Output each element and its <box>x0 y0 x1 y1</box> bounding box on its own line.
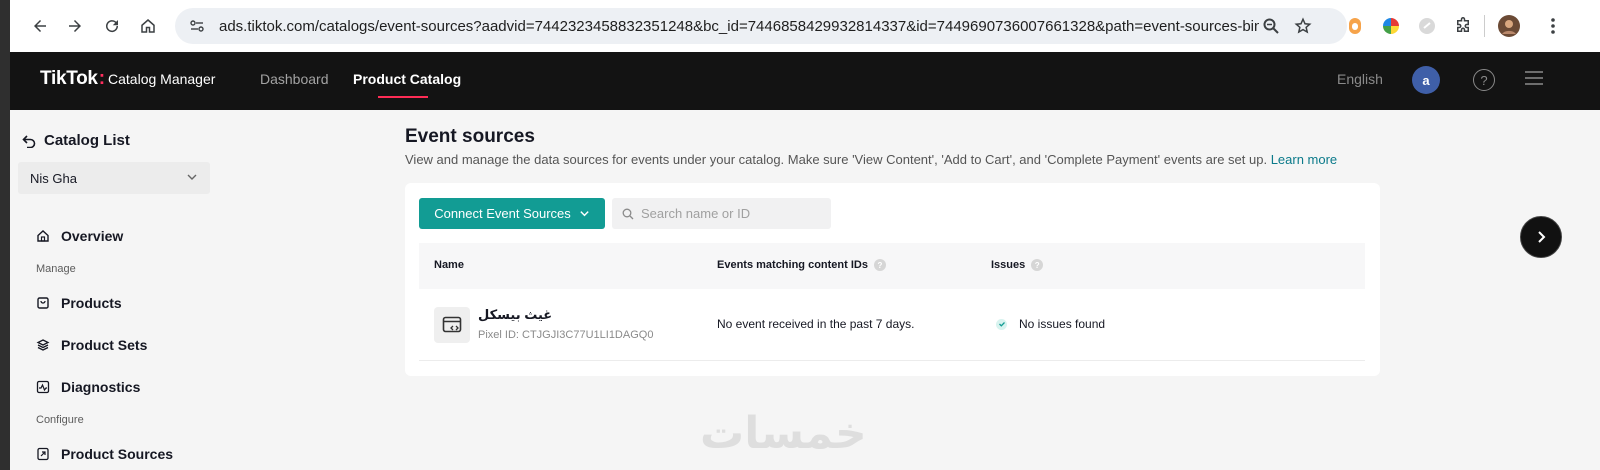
connect-button-label: Connect Event Sources <box>434 206 571 221</box>
page-content: Catalog List Nis Gha Overview Manage Pro… <box>10 110 1600 470</box>
page-title: Event sources <box>405 126 535 147</box>
chevron-down-icon <box>187 174 197 180</box>
column-header-label: Name <box>434 259 464 271</box>
forward-arrow-icon[interactable] <box>57 8 93 44</box>
chevron-right-icon <box>1538 231 1546 243</box>
watermark-logo: خمسات <box>700 409 867 458</box>
page-description: View and manage the data sources for eve… <box>405 152 1337 167</box>
column-header-label: Events matching content IDs <box>717 259 868 271</box>
sidebar-item-label: Diagnostics <box>61 379 141 395</box>
sidebar-item-diagnostics[interactable]: Diagnostics <box>36 379 140 395</box>
pulse-chart-icon <box>36 380 50 394</box>
site-settings-icon[interactable] <box>183 12 211 40</box>
issues-status: No issues found <box>996 317 1105 331</box>
sidebar-item-products[interactable]: Products <box>36 295 122 311</box>
undo-arrow-icon <box>22 134 36 148</box>
event-source-name[interactable]: غيث بيسكل <box>478 307 552 323</box>
hamburger-menu-icon[interactable] <box>1525 71 1543 89</box>
connect-event-sources-button[interactable]: Connect Event Sources <box>419 198 605 229</box>
catalog-dropdown[interactable]: Nis Gha <box>18 162 210 194</box>
brand-name: TikTok <box>40 68 98 89</box>
address-bar[interactable]: ads.tiktok.com/catalogs/event-sources?aa… <box>175 8 1347 44</box>
tiktok-logo[interactable]: TikTok: Catalog Manager <box>40 68 215 90</box>
shopping-bag-icon <box>37 297 49 309</box>
app-header: TikTok: Catalog Manager Dashboard Product… <box>10 52 1600 110</box>
page-description-text: View and manage the data sources for eve… <box>405 152 1268 167</box>
pixel-id: Pixel ID: CTJGJI3C77U1LI1DAGQ0 <box>478 329 654 341</box>
back-to-catalog-list[interactable]: Catalog List <box>22 132 130 149</box>
layers-icon <box>36 339 50 351</box>
extension-color-wheel-icon[interactable] <box>1379 14 1403 38</box>
sidebar-item-label: Products <box>61 295 122 311</box>
browser-toolbar: ads.tiktok.com/catalogs/event-sources?aa… <box>10 0 1600 52</box>
extension-link-icon[interactable] <box>1415 14 1439 38</box>
sidebar-item-product-sets[interactable]: Product Sets <box>36 337 147 353</box>
section-label-manage: Manage <box>36 263 76 275</box>
url-text[interactable]: ads.tiktok.com/catalogs/event-sources?aa… <box>219 18 1259 35</box>
next-slide-button[interactable] <box>1520 216 1562 258</box>
nav-dashboard[interactable]: Dashboard <box>260 71 329 87</box>
column-header-issues: Issues ? <box>991 259 1044 271</box>
browser-menu-icon[interactable] <box>1541 14 1565 38</box>
language-selector[interactable]: English <box>1337 71 1383 87</box>
user-avatar[interactable]: a <box>1412 66 1440 94</box>
learn-more-link[interactable]: Learn more <box>1271 152 1337 167</box>
section-label-configure: Configure <box>36 414 84 426</box>
zoom-icon[interactable] <box>1260 15 1282 37</box>
search-input[interactable] <box>641 206 821 221</box>
brand-colon: : <box>98 68 106 89</box>
file-link-icon <box>37 447 49 461</box>
back-link-label: Catalog List <box>44 132 130 149</box>
pixel-source-icon <box>434 307 470 343</box>
toolbar-divider <box>1484 15 1485 37</box>
info-icon[interactable]: ? <box>873 259 886 271</box>
brand-subtitle: Catalog Manager <box>108 71 216 87</box>
event-sources-card: Connect Event Sources Name Events matchi… <box>405 183 1380 376</box>
column-header-events: Events matching content IDs ? <box>717 259 886 271</box>
catalog-dropdown-value: Nis Gha <box>30 170 77 186</box>
sidebar-item-label: Product Sets <box>61 337 148 353</box>
sidebar-item-label: Overview <box>61 228 124 244</box>
info-icon[interactable]: ? <box>1031 259 1044 271</box>
reload-icon[interactable] <box>94 8 130 44</box>
sidebar-item-product-sources[interactable]: Product Sources <box>36 446 173 462</box>
profile-avatar[interactable] <box>1497 14 1521 38</box>
home-icon[interactable] <box>130 8 166 44</box>
table-row[interactable]: غيث بيسكل Pixel ID: CTJGJI3C77U1LI1DAGQ0… <box>419 289 1365 361</box>
extensions-puzzle-icon[interactable] <box>1451 14 1475 38</box>
column-header-name: Name <box>434 259 464 271</box>
column-header-label: Issues <box>991 259 1026 271</box>
nav-product-catalog[interactable]: Product Catalog <box>353 71 462 98</box>
help-icon[interactable]: ? <box>1473 69 1495 91</box>
home-icon <box>37 230 49 242</box>
nav-product-catalog-label: Product Catalog <box>353 71 462 87</box>
search-icon <box>622 208 634 219</box>
chevron-down-icon <box>580 211 589 217</box>
bookmark-star-icon[interactable] <box>1292 15 1314 37</box>
events-matching-status: No event received in the past 7 days. <box>717 317 915 331</box>
issues-status-label: No issues found <box>1019 317 1106 331</box>
sidebar-item-overview[interactable]: Overview <box>36 228 123 244</box>
table-header: Name Events matching content IDs ? Issue… <box>419 243 1365 289</box>
back-arrow-icon[interactable] <box>22 8 58 44</box>
sidebar-item-label: Product Sources <box>61 446 174 462</box>
check-icon <box>996 318 1007 330</box>
extension-orange-icon[interactable] <box>1343 14 1367 38</box>
search-box[interactable] <box>612 198 831 229</box>
active-nav-underline <box>378 96 428 98</box>
